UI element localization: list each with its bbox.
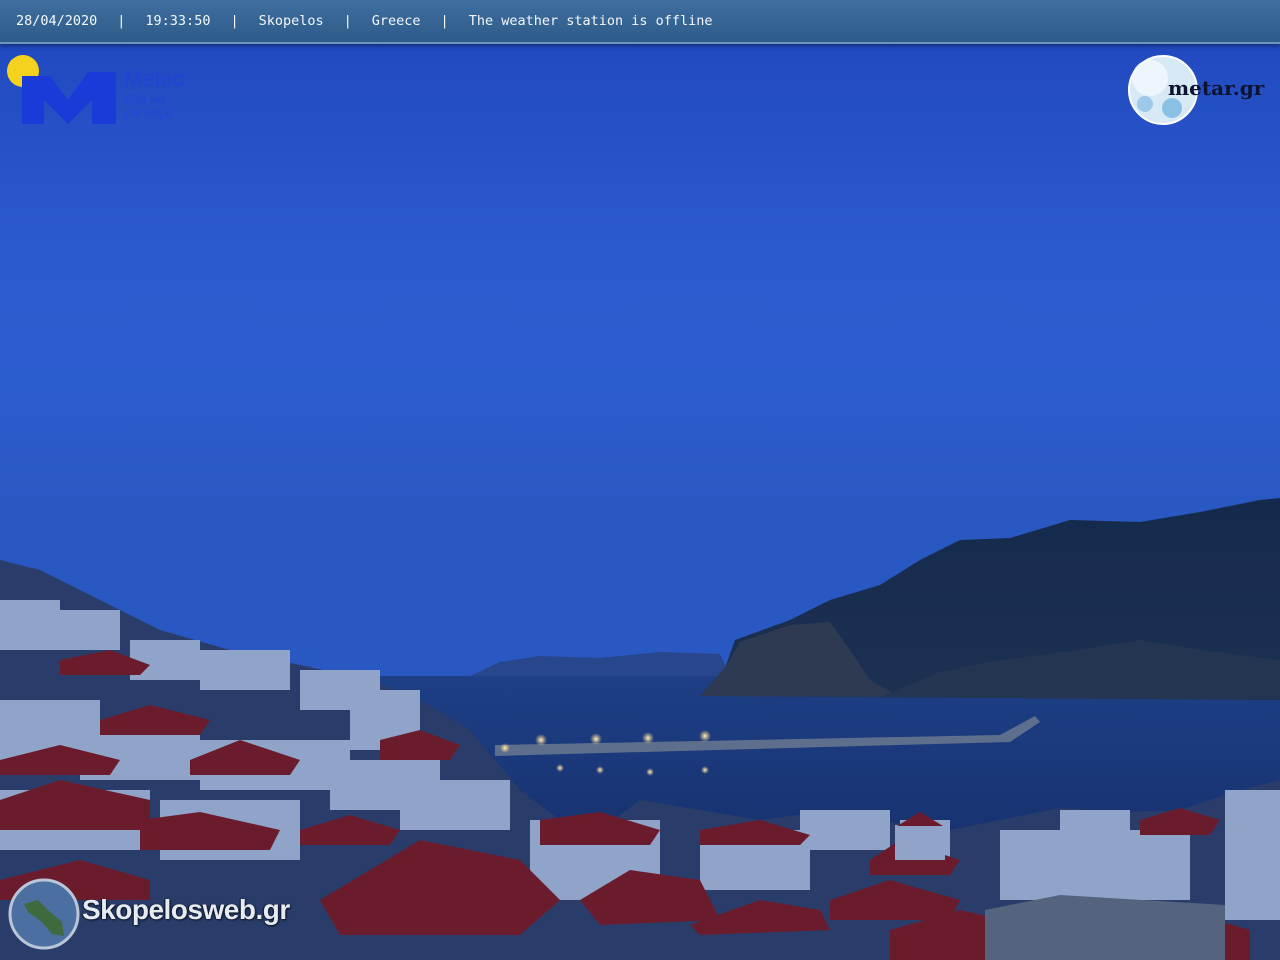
meteo-tagline-1: Όλα για — [124, 92, 165, 106]
skopelosweb-logo: Skopelosweb.gr — [82, 894, 290, 925]
separator: | — [440, 13, 449, 29]
info-bar: 28/04/2020 | 19:33:50 | Skopelos | Greece | The … — [0, 0, 1280, 44]
separator: | — [117, 13, 126, 29]
meteo-tagline-2: τον καιρό — [124, 106, 174, 120]
gray-roof — [985, 895, 1225, 960]
separator: | — [230, 13, 239, 29]
meteo-name: Meteo — [124, 66, 186, 91]
meteo-logo: Meteo Όλα για τον καιρό — [124, 66, 185, 120]
date-text: 28/04/2020 — [16, 13, 98, 29]
separator: | — [343, 13, 352, 29]
location-text: Skopelos — [258, 13, 324, 29]
country-text: Greece — [371, 13, 421, 29]
webcam-scene — [0, 0, 1280, 960]
status-text: The weather station is offline — [468, 13, 713, 29]
metar-logo: metar.gr — [1168, 76, 1265, 100]
time-text: 19:33:50 — [145, 13, 211, 29]
skopelos-island-icon — [8, 878, 80, 950]
